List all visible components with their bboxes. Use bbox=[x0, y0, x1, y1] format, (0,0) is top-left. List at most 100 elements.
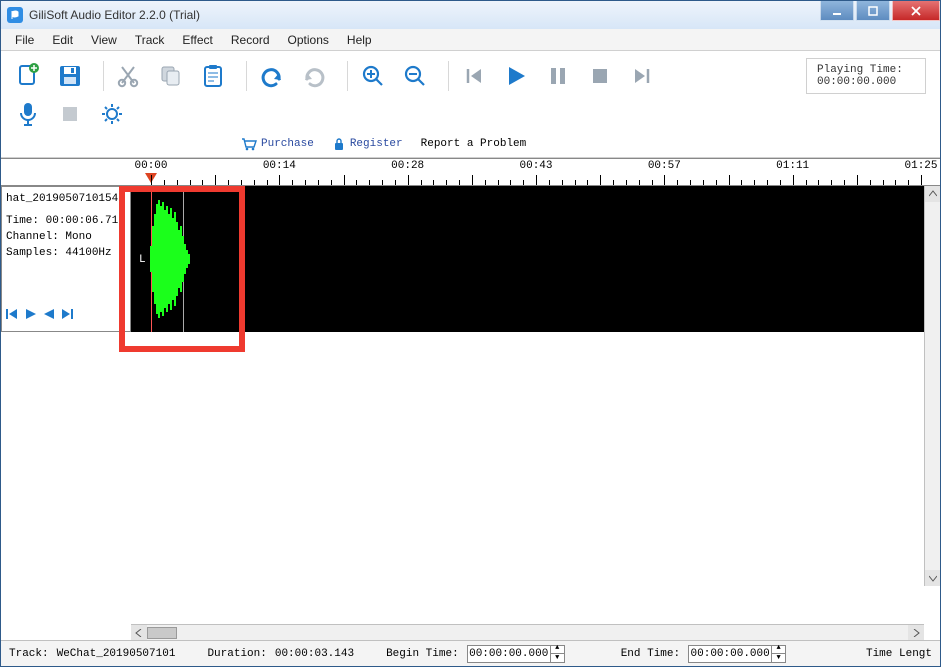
menu-file[interactable]: File bbox=[7, 31, 42, 49]
zoom-out-button[interactable] bbox=[398, 59, 432, 93]
settings-button[interactable] bbox=[95, 97, 129, 131]
scroll-down-button[interactable] bbox=[925, 570, 940, 586]
scroll-left-button[interactable] bbox=[131, 625, 147, 640]
report-problem-link[interactable]: Report a Problem bbox=[421, 138, 527, 150]
copy-button[interactable] bbox=[154, 59, 188, 93]
paste-button[interactable] bbox=[196, 59, 230, 93]
scrollbar-thumb[interactable] bbox=[147, 627, 177, 639]
ruler-tick bbox=[510, 180, 511, 185]
stop-button[interactable] bbox=[583, 59, 617, 93]
status-track-value: WeChat_20190507101 bbox=[57, 648, 176, 660]
ruler-tick bbox=[421, 180, 422, 185]
ruler-tick bbox=[254, 180, 255, 185]
ruler-label: 00:57 bbox=[648, 160, 681, 172]
ruler-tick bbox=[305, 180, 306, 185]
zoom-in-icon bbox=[360, 63, 386, 89]
ruler-tick bbox=[908, 180, 909, 185]
menu-options[interactable]: Options bbox=[280, 31, 337, 49]
track-time-label: Time: bbox=[6, 215, 39, 227]
chevron-left-icon bbox=[135, 629, 143, 637]
undo-button[interactable] bbox=[255, 59, 289, 93]
scrollbar-track[interactable] bbox=[147, 625, 908, 640]
ruler-tick bbox=[600, 175, 601, 185]
menu-view[interactable]: View bbox=[83, 31, 125, 49]
menu-effect[interactable]: Effect bbox=[174, 31, 220, 49]
zoom-in-button[interactable] bbox=[356, 59, 390, 93]
pause-button[interactable] bbox=[541, 59, 575, 93]
redo-button[interactable] bbox=[297, 59, 331, 93]
record-mic-button[interactable] bbox=[11, 97, 45, 131]
stop-record-button[interactable] bbox=[53, 97, 87, 131]
ruler-label: 00:28 bbox=[391, 160, 424, 172]
track-rewind-button[interactable] bbox=[42, 307, 56, 327]
timeline-ruler[interactable]: 00:0000:1400:2800:4300:5701:1101:25 bbox=[1, 158, 940, 186]
purchase-link[interactable]: Purchase bbox=[241, 137, 314, 151]
ruler-tick bbox=[331, 180, 332, 185]
ruler-tick bbox=[485, 180, 486, 185]
window-controls bbox=[820, 1, 940, 21]
ruler-tick bbox=[318, 180, 319, 185]
begin-time-input[interactable] bbox=[468, 648, 550, 660]
skip-end-button[interactable] bbox=[625, 59, 659, 93]
ruler-tick bbox=[369, 180, 370, 185]
ruler-tick bbox=[241, 180, 242, 185]
spin-down-icon[interactable]: ▼ bbox=[550, 654, 564, 663]
save-icon bbox=[57, 63, 83, 89]
begin-time-field[interactable]: ▲▼ bbox=[467, 645, 565, 663]
app-window: GiliSoft Audio Editor 2.2.0 (Trial) File… bbox=[0, 0, 941, 667]
maximize-button[interactable] bbox=[856, 1, 890, 21]
app-icon bbox=[7, 7, 23, 23]
ruler-label: 01:11 bbox=[776, 160, 809, 172]
lock-icon bbox=[332, 137, 346, 151]
play-button[interactable] bbox=[499, 59, 533, 93]
end-time-input[interactable] bbox=[689, 648, 771, 660]
ruler-tick bbox=[818, 180, 819, 185]
save-button[interactable] bbox=[53, 59, 87, 93]
close-button[interactable] bbox=[892, 1, 940, 21]
begin-time-spinner[interactable]: ▲▼ bbox=[550, 645, 564, 663]
scroll-right-button[interactable] bbox=[908, 625, 924, 640]
ruler-label: 00:00 bbox=[134, 160, 167, 172]
track-play-button[interactable] bbox=[24, 307, 38, 327]
register-link[interactable]: Register bbox=[332, 137, 403, 151]
scroll-up-button[interactable] bbox=[925, 186, 940, 202]
rewind-small-icon bbox=[42, 307, 56, 321]
menu-record[interactable]: Record bbox=[223, 31, 278, 49]
horizontal-scrollbar[interactable] bbox=[131, 624, 924, 640]
track-skip-end-button[interactable] bbox=[60, 307, 76, 327]
register-label: Register bbox=[350, 138, 403, 150]
track-channel-label: Channel: bbox=[6, 231, 59, 243]
track-skip-start-button[interactable] bbox=[4, 307, 20, 327]
ruler-tick bbox=[523, 180, 524, 185]
ruler-tick bbox=[793, 175, 794, 185]
ruler-tick bbox=[279, 175, 280, 185]
menu-edit[interactable]: Edit bbox=[44, 31, 81, 49]
playing-time-label: Playing Time: bbox=[817, 64, 915, 76]
vertical-scrollbar[interactable] bbox=[924, 186, 940, 586]
pause-icon bbox=[547, 65, 569, 87]
menu-track[interactable]: Track bbox=[127, 31, 173, 49]
cut-button[interactable] bbox=[112, 59, 146, 93]
ruler-tick bbox=[690, 180, 691, 185]
spin-up-icon[interactable]: ▲ bbox=[550, 645, 564, 654]
ruler-tick bbox=[780, 180, 781, 185]
ruler-tick bbox=[754, 180, 755, 185]
ruler-tick bbox=[395, 180, 396, 185]
ruler-tick bbox=[536, 175, 537, 185]
ruler-tick bbox=[562, 180, 563, 185]
menu-help[interactable]: Help bbox=[339, 31, 380, 49]
new-file-button[interactable] bbox=[11, 59, 45, 93]
play-icon bbox=[504, 64, 528, 88]
spin-down-icon[interactable]: ▼ bbox=[771, 654, 785, 663]
ruler-tick bbox=[870, 180, 871, 185]
skip-start-button[interactable] bbox=[457, 59, 491, 93]
end-time-field[interactable]: ▲▼ bbox=[688, 645, 786, 663]
skip-start-icon bbox=[463, 65, 485, 87]
ruler-tick bbox=[587, 180, 588, 185]
ruler-tick bbox=[433, 180, 434, 185]
ruler-tick bbox=[652, 180, 653, 185]
waveform-view[interactable]: L bbox=[131, 186, 932, 332]
minimize-button[interactable] bbox=[820, 1, 854, 21]
spin-up-icon[interactable]: ▲ bbox=[771, 645, 785, 654]
end-time-spinner[interactable]: ▲▼ bbox=[771, 645, 785, 663]
